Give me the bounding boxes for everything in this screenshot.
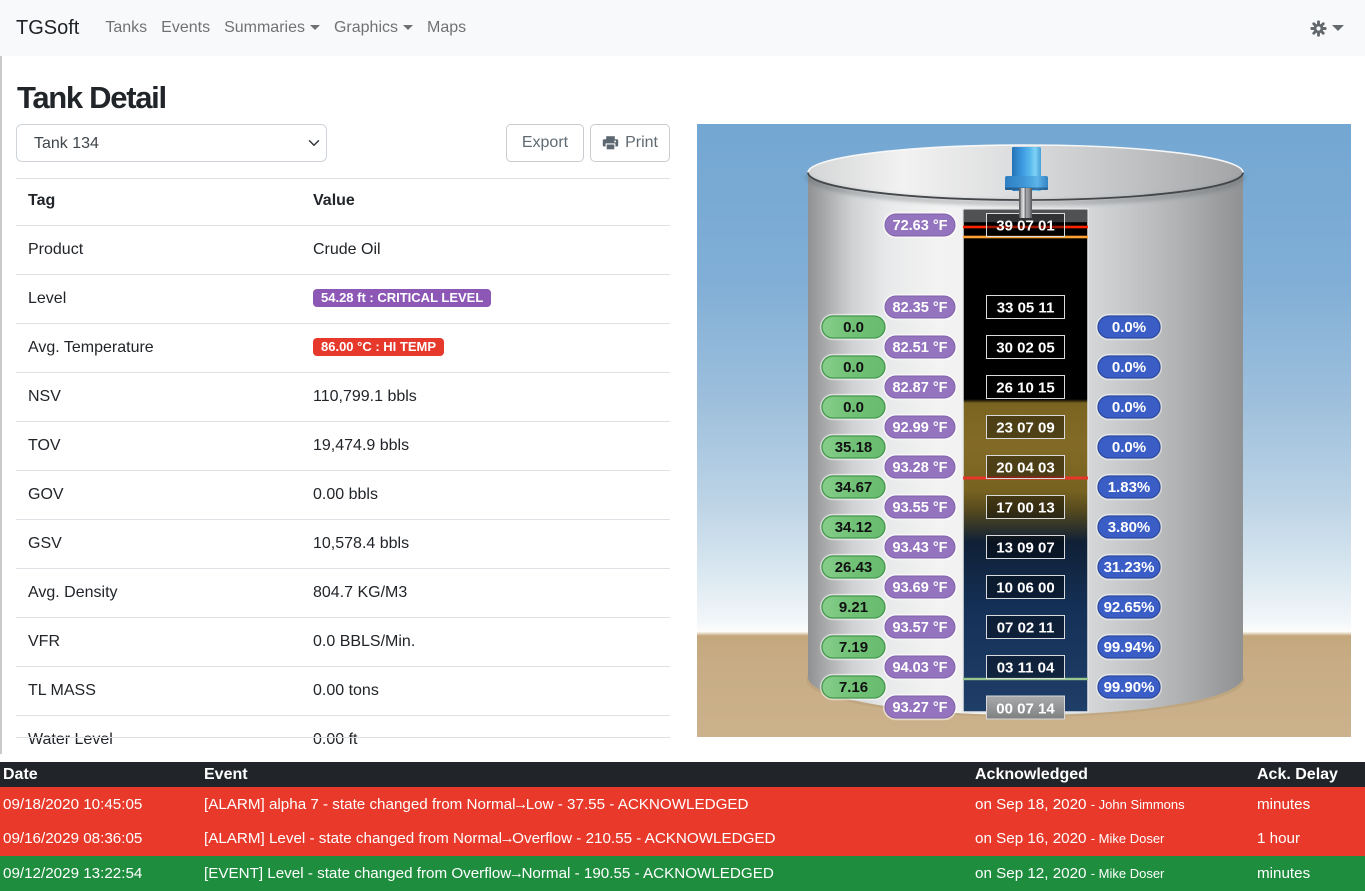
svg-text:07 02 11: 07 02 11 — [997, 620, 1055, 637]
svg-text:7.19: 7.19 — [839, 639, 868, 656]
svg-text:94.03 °F: 94.03 °F — [893, 660, 948, 676]
svg-text:72.63 °F: 72.63 °F — [893, 218, 948, 234]
svg-text:93.57 °F: 93.57 °F — [893, 620, 948, 636]
svg-text:0.0: 0.0 — [843, 359, 864, 376]
svg-text:82.87 °F: 82.87 °F — [893, 380, 948, 396]
svg-text:7.16: 7.16 — [839, 679, 868, 696]
svg-text:0.0%: 0.0% — [1112, 319, 1146, 336]
svg-text:0.0%: 0.0% — [1112, 439, 1146, 456]
svg-text:93.27 °F: 93.27 °F — [893, 700, 948, 716]
svg-text:9.21: 9.21 — [839, 599, 868, 616]
svg-text:99.94%: 99.94% — [1104, 639, 1155, 656]
svg-text:82.51 °F: 82.51 °F — [893, 340, 948, 356]
svg-text:93.28 °F: 93.28 °F — [893, 460, 948, 476]
svg-text:31.23%: 31.23% — [1104, 559, 1155, 576]
svg-text:00 07 14: 00 07 14 — [996, 701, 1055, 718]
svg-text:3.80%: 3.80% — [1108, 519, 1151, 536]
svg-text:26 10 15: 26 10 15 — [996, 380, 1054, 397]
svg-text:99.90%: 99.90% — [1104, 679, 1155, 696]
svg-text:13 09 07: 13 09 07 — [996, 540, 1054, 557]
svg-text:10 06 00: 10 06 00 — [996, 580, 1054, 597]
svg-text:33 05 11: 33 05 11 — [997, 300, 1055, 317]
svg-text:34.67: 34.67 — [835, 479, 873, 496]
svg-text:93.69 °F: 93.69 °F — [893, 580, 948, 596]
svg-text:23 07 09: 23 07 09 — [996, 420, 1054, 437]
svg-text:17 00 13: 17 00 13 — [996, 500, 1054, 517]
svg-text:30 02 05: 30 02 05 — [996, 340, 1054, 357]
svg-text:0.0: 0.0 — [843, 399, 864, 416]
svg-text:03 11 04: 03 11 04 — [997, 660, 1055, 677]
svg-text:0.0%: 0.0% — [1112, 359, 1146, 376]
svg-text:20 04 03: 20 04 03 — [996, 460, 1054, 477]
svg-text:0.0: 0.0 — [843, 319, 864, 336]
svg-text:92.99 °F: 92.99 °F — [893, 420, 948, 436]
svg-text:1.83%: 1.83% — [1108, 479, 1151, 496]
svg-text:93.55 °F: 93.55 °F — [893, 500, 948, 516]
svg-text:26.43: 26.43 — [835, 559, 873, 576]
svg-text:34.12: 34.12 — [835, 519, 873, 536]
svg-text:35.18: 35.18 — [835, 439, 873, 456]
svg-text:0.0%: 0.0% — [1112, 399, 1146, 416]
svg-text:82.35 °F: 82.35 °F — [893, 300, 948, 316]
svg-text:39 07 01: 39 07 01 — [996, 218, 1054, 235]
svg-text:92.65%: 92.65% — [1104, 599, 1155, 616]
svg-text:93.43 °F: 93.43 °F — [893, 540, 948, 556]
